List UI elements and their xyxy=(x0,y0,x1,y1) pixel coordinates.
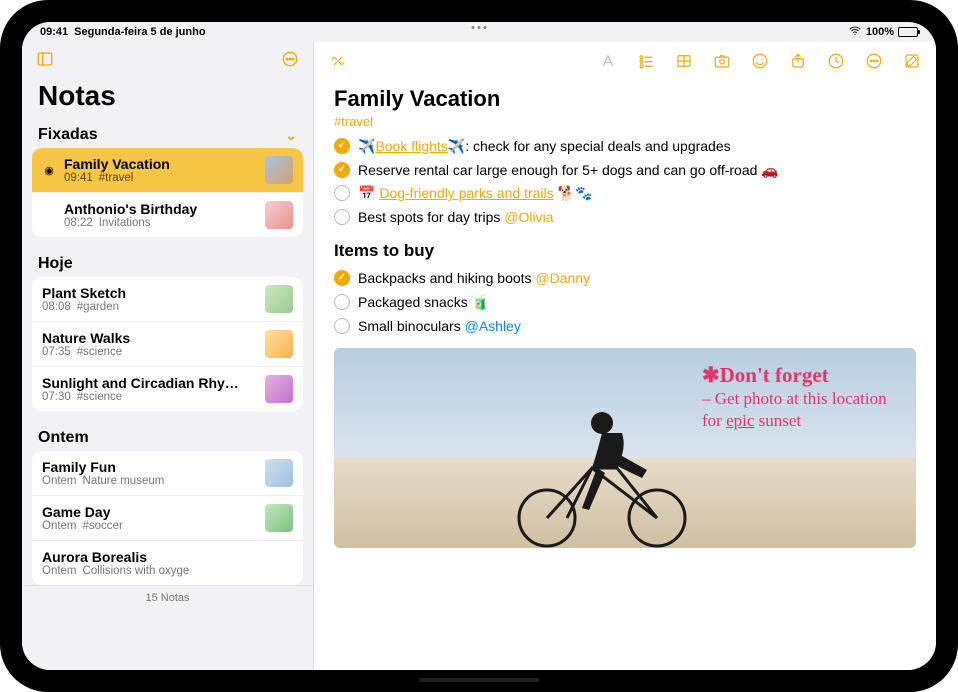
camera-icon[interactable] xyxy=(712,51,732,71)
note-row[interactable]: Game Day Ontem#soccer xyxy=(32,496,303,541)
note-tag[interactable]: #travel xyxy=(334,114,916,129)
note-title: Family Vacation xyxy=(64,156,257,172)
note-thumbnail xyxy=(265,504,293,532)
section-header-label: Fixadas xyxy=(38,126,98,144)
section-header-pinned[interactable]: Fixadas ⌄ xyxy=(22,120,313,148)
chevron-down-icon: ⌄ xyxy=(285,127,297,144)
note-title: Nature Walks xyxy=(42,330,257,346)
note-title: Sunlight and Circadian Rhy… xyxy=(42,375,257,391)
note-row-family-vacation[interactable]: ◉ Family Vacation 09:41 #travel xyxy=(32,148,303,193)
checklist-icon[interactable] xyxy=(636,51,656,71)
check-item[interactable]: Packaged snacks 🧃 xyxy=(334,291,916,315)
check-item[interactable]: Small binoculars @Ashley xyxy=(334,315,916,339)
content-toolbar xyxy=(314,42,936,80)
multitask-pill[interactable] xyxy=(472,26,487,29)
pin-icon: ◉ xyxy=(42,164,56,177)
note-row[interactable]: Nature Walks 07:35#science xyxy=(32,322,303,367)
note-thumbnail xyxy=(265,285,293,313)
mention-ashley[interactable]: @Ashley xyxy=(465,318,521,334)
wifi-icon xyxy=(848,24,862,41)
subheading-items: Items to buy xyxy=(334,241,916,261)
note-thumbnail xyxy=(265,330,293,358)
mention-olivia[interactable]: @Olivia xyxy=(504,209,553,225)
home-indicator[interactable] xyxy=(419,678,539,682)
note-row[interactable]: Plant Sketch 08:08#garden xyxy=(32,277,303,322)
checkbox-icon[interactable] xyxy=(334,138,350,154)
link-book-flights[interactable]: Book flights xyxy=(375,138,447,154)
note-subtitle: #travel xyxy=(99,172,134,184)
cyclist-silhouette xyxy=(497,378,707,548)
note-thumbnail xyxy=(265,201,293,229)
status-time: 09:41 xyxy=(40,26,68,38)
link-dog-parks[interactable]: Dog-friendly parks and trails xyxy=(379,185,553,201)
check-item[interactable]: Reserve rental car large enough for 5+ d… xyxy=(334,159,916,183)
battery-icon xyxy=(898,27,918,37)
expand-icon[interactable] xyxy=(328,51,348,71)
lock-icon[interactable] xyxy=(826,51,846,71)
more-icon[interactable] xyxy=(864,51,884,71)
checkbox-icon[interactable] xyxy=(334,294,350,310)
battery-percent: 100% xyxy=(866,26,894,38)
note-title: Game Day xyxy=(42,504,257,520)
note-row[interactable]: Family Fun OntemNature museum xyxy=(32,451,303,496)
note-thumbnail xyxy=(265,459,293,487)
image-attachment[interactable]: ✱Don't forget – Get photo at this locati… xyxy=(334,348,916,548)
compose-icon[interactable] xyxy=(902,51,922,71)
note-title: Family Fun xyxy=(42,459,257,475)
check-item[interactable]: Backpacks and hiking boots @Danny xyxy=(334,267,916,291)
note-time: 09:41 xyxy=(64,172,93,184)
checklist-travel: ✈️Book flights✈️: check for any special … xyxy=(334,135,916,229)
checkbox-icon[interactable] xyxy=(334,209,350,225)
share-icon[interactable] xyxy=(788,51,808,71)
note-row-anthonios-birthday[interactable]: Anthonio's Birthday 08:22 Invitations xyxy=(32,193,303,237)
format-text-icon[interactable] xyxy=(598,51,618,71)
section-header-label: Ontem xyxy=(38,429,89,447)
checkbox-icon[interactable] xyxy=(334,318,350,334)
checklist-items: Backpacks and hiking boots @Danny Packag… xyxy=(334,267,916,338)
checkbox-icon[interactable] xyxy=(334,162,350,178)
toggle-sidebar-icon[interactable] xyxy=(36,50,54,73)
note-thumbnail xyxy=(265,375,293,403)
section-header-label: Hoje xyxy=(38,255,73,273)
note-time: 08:22 xyxy=(64,217,93,229)
checkbox-icon[interactable] xyxy=(334,185,350,201)
note-row[interactable]: Aurora Borealis OntemCollisions with oxy… xyxy=(32,541,303,585)
note-thumbnail xyxy=(265,156,293,184)
checkbox-icon[interactable] xyxy=(334,270,350,286)
table-icon[interactable] xyxy=(674,51,694,71)
more-options-icon[interactable] xyxy=(281,50,299,73)
note-title: Anthonio's Birthday xyxy=(64,201,257,217)
note-title: Plant Sketch xyxy=(42,285,257,301)
status-bar: 09:41 Segunda-feira 5 de junho 100% xyxy=(22,22,936,42)
note-heading: Family Vacation xyxy=(334,86,916,112)
check-item[interactable]: Best spots for day trips @Olivia xyxy=(334,206,916,230)
section-header-today: Hoje xyxy=(22,249,313,277)
note-subtitle: Invitations xyxy=(99,217,151,229)
check-item[interactable]: ✈️Book flights✈️: check for any special … xyxy=(334,135,916,159)
note-title: Aurora Borealis xyxy=(42,549,293,565)
sidebar-footer: 15 Notas xyxy=(22,585,313,610)
markup-icon[interactable] xyxy=(750,51,770,71)
sidebar: Notas Fixadas ⌄ ◉ Family Vacation 09:41 … xyxy=(22,42,314,670)
status-date: Segunda-feira 5 de junho xyxy=(74,26,205,38)
mention-danny[interactable]: @Danny xyxy=(535,270,590,286)
note-editor[interactable]: Family Vacation #travel ✈️Book flights✈️… xyxy=(314,80,936,670)
note-row[interactable]: Sunlight and Circadian Rhy… 07:30#scienc… xyxy=(32,367,303,411)
handwritten-annotation: ✱Don't forget – Get photo at this locati… xyxy=(702,362,902,431)
note-content: Family Vacation #travel ✈️Book flights✈️… xyxy=(314,42,936,670)
sidebar-title: Notas xyxy=(22,80,313,120)
section-header-yesterday: Ontem xyxy=(22,423,313,451)
check-item[interactable]: 📅 Dog-friendly parks and trails 🐕🐾 xyxy=(334,182,916,206)
